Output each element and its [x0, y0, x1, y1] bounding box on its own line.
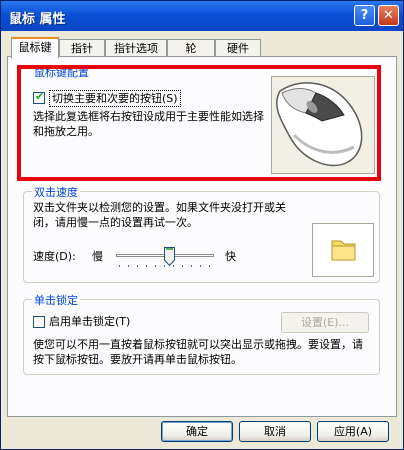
folder-icon: [331, 240, 356, 261]
mouse-properties-window: 鼠标 属性 ? ✕ 鼠标键 指针 指针选项 轮 硬件 鼠标键配置 ✔ 切换主要和…: [0, 0, 404, 450]
watermark-logo: [283, 395, 401, 425]
highlight-box: [17, 65, 381, 181]
ok-button[interactable]: 确定: [161, 421, 233, 442]
double-click-description: 双击文件夹以检测您的设置。如果文件夹没打开或关闭，请用慢一点的设置再试一次。: [33, 201, 286, 229]
click-lock-label[interactable]: 启用单击锁定(T): [49, 314, 130, 329]
tab-buttons[interactable]: 鼠标键: [11, 37, 59, 58]
tab-hardware-label: 硬件: [227, 42, 249, 55]
tab-wheel[interactable]: 轮: [167, 39, 215, 56]
tab-pointers[interactable]: 指针: [59, 39, 105, 56]
test-folder-area[interactable]: [312, 223, 374, 277]
tab-buttons-label: 鼠标键: [18, 41, 52, 54]
title-bar[interactable]: 鼠标 属性 ? ✕: [1, 1, 403, 31]
tab-pointer-options[interactable]: 指针选项: [105, 39, 167, 56]
click-lock-settings-button[interactable]: 设置(E)...: [281, 312, 369, 333]
speed-label: 速度(D):: [33, 250, 76, 263]
fast-label: 快: [225, 250, 236, 263]
close-button[interactable]: ✕: [378, 5, 399, 26]
tab-hardware[interactable]: 硬件: [215, 39, 261, 56]
click-lock-checkbox[interactable]: [33, 316, 45, 328]
slow-label: 慢: [92, 250, 103, 263]
speed-slider-thumb[interactable]: [164, 247, 176, 266]
tab-pointers-label: 指针: [71, 42, 93, 55]
click-lock-legend: 单击锁定: [32, 292, 80, 308]
click-lock-description: 使您可以不用一直按着鼠标按钮就可以突出显示或拖拽。要设置，请按下鼠标按钮。要放开…: [33, 338, 363, 366]
double-click-legend: 双击速度: [32, 184, 80, 200]
tab-wheel-label: 轮: [185, 42, 197, 55]
window-title: 鼠标 属性: [9, 12, 66, 27]
help-button[interactable]: ?: [354, 5, 375, 26]
tab-pointer-options-label: 指针选项: [114, 42, 158, 55]
